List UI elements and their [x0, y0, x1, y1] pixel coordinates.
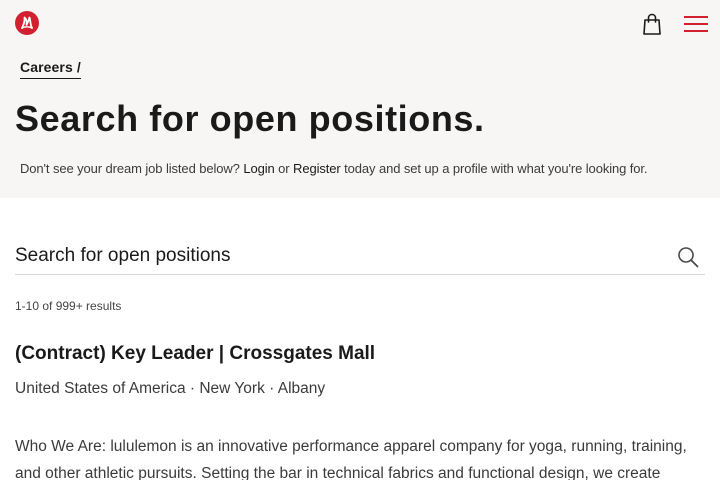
page-subtitle: Don't see your dream job listed below? L…	[20, 161, 648, 176]
breadcrumb-separator: /	[76, 59, 81, 75]
subtitle-or: or	[278, 161, 290, 176]
shopping-bag-icon[interactable]	[641, 13, 663, 35]
breadcrumb[interactable]: Careers /	[20, 59, 81, 79]
register-link[interactable]: Register	[293, 161, 341, 176]
site-header	[0, 0, 720, 46]
subtitle-suffix: today and set up a profile with what you…	[344, 161, 648, 176]
lululemon-logo-icon[interactable]	[15, 11, 39, 35]
breadcrumb-careers[interactable]: Careers	[20, 59, 73, 75]
search-bar	[15, 238, 705, 275]
page-title: Search for open positions.	[15, 98, 485, 139]
hamburger-menu-icon[interactable]	[684, 14, 708, 34]
job-description: Who We Are: lululemon is an innovative p…	[15, 438, 687, 480]
hero-section: Careers / Search for open positions. Don'…	[0, 0, 720, 198]
subtitle-prefix: Don't see your dream job listed below?	[20, 161, 240, 176]
results-count: 1-10 of 999+ results	[15, 299, 122, 313]
job-title-link[interactable]: (Contract) Key Leader | Crossgates Mall	[15, 343, 375, 365]
search-input[interactable]	[15, 238, 655, 274]
search-icon[interactable]	[677, 246, 699, 268]
job-location: United States of America · New York · Al…	[15, 380, 326, 397]
login-link[interactable]: Login	[243, 161, 274, 176]
